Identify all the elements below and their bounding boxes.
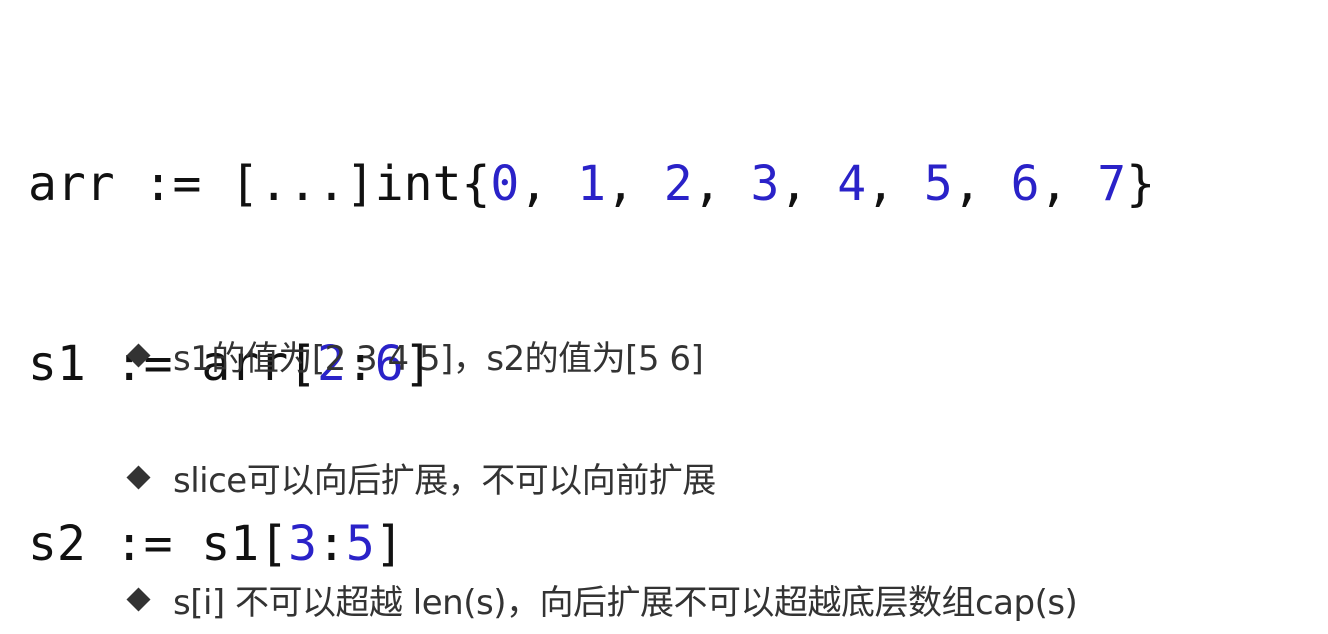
code-number: 3 — [750, 156, 780, 212]
code-separator: , — [866, 156, 924, 212]
diamond-icon — [126, 464, 151, 490]
code-text: arr := [...]int{ — [28, 156, 491, 212]
list-item: s1的值为[2 3 4 5]，s2的值为[5 6] — [124, 330, 1077, 380]
bullet-text: s[i] 不可以超越 len(s)，向后扩展不可以超越底层数组cap(s) — [173, 582, 1078, 623]
bullet-text: s1的值为[2 3 4 5]，s2的值为[5 6] — [173, 338, 704, 379]
code-number: 4 — [837, 156, 867, 212]
code-separator: , — [779, 156, 838, 212]
list-item: slice可以向后扩展，不可以向前扩展 — [124, 452, 1077, 502]
diamond-icon — [126, 586, 151, 612]
code-separator: , — [952, 156, 1011, 212]
code-separator: , — [1039, 156, 1098, 212]
code-separator: , — [519, 156, 578, 212]
code-number: 7 — [1097, 156, 1127, 212]
code-number: 5 — [923, 156, 953, 212]
bullet-text: slice可以向后扩展，不可以向前扩展 — [173, 460, 716, 501]
code-number: 2 — [663, 156, 693, 212]
code-number: 1 — [577, 156, 606, 212]
code-number: 6 — [1010, 156, 1040, 212]
code-separator: , — [605, 156, 664, 212]
code-line-arr: arr := [...]int{0, 1, 2, 3, 4, 5, 6, 7} — [28, 154, 1155, 214]
bullet-list: s1的值为[2 3 4 5]，s2的值为[5 6] slice可以向后扩展，不可… — [124, 330, 1078, 624]
code-text: } — [1126, 156, 1156, 212]
list-item: s[i] 不可以超越 len(s)，向后扩展不可以超越底层数组cap(s) — [124, 574, 1078, 624]
diamond-icon — [126, 342, 151, 368]
code-number: 0 — [490, 156, 520, 212]
code-separator: , — [692, 156, 751, 212]
